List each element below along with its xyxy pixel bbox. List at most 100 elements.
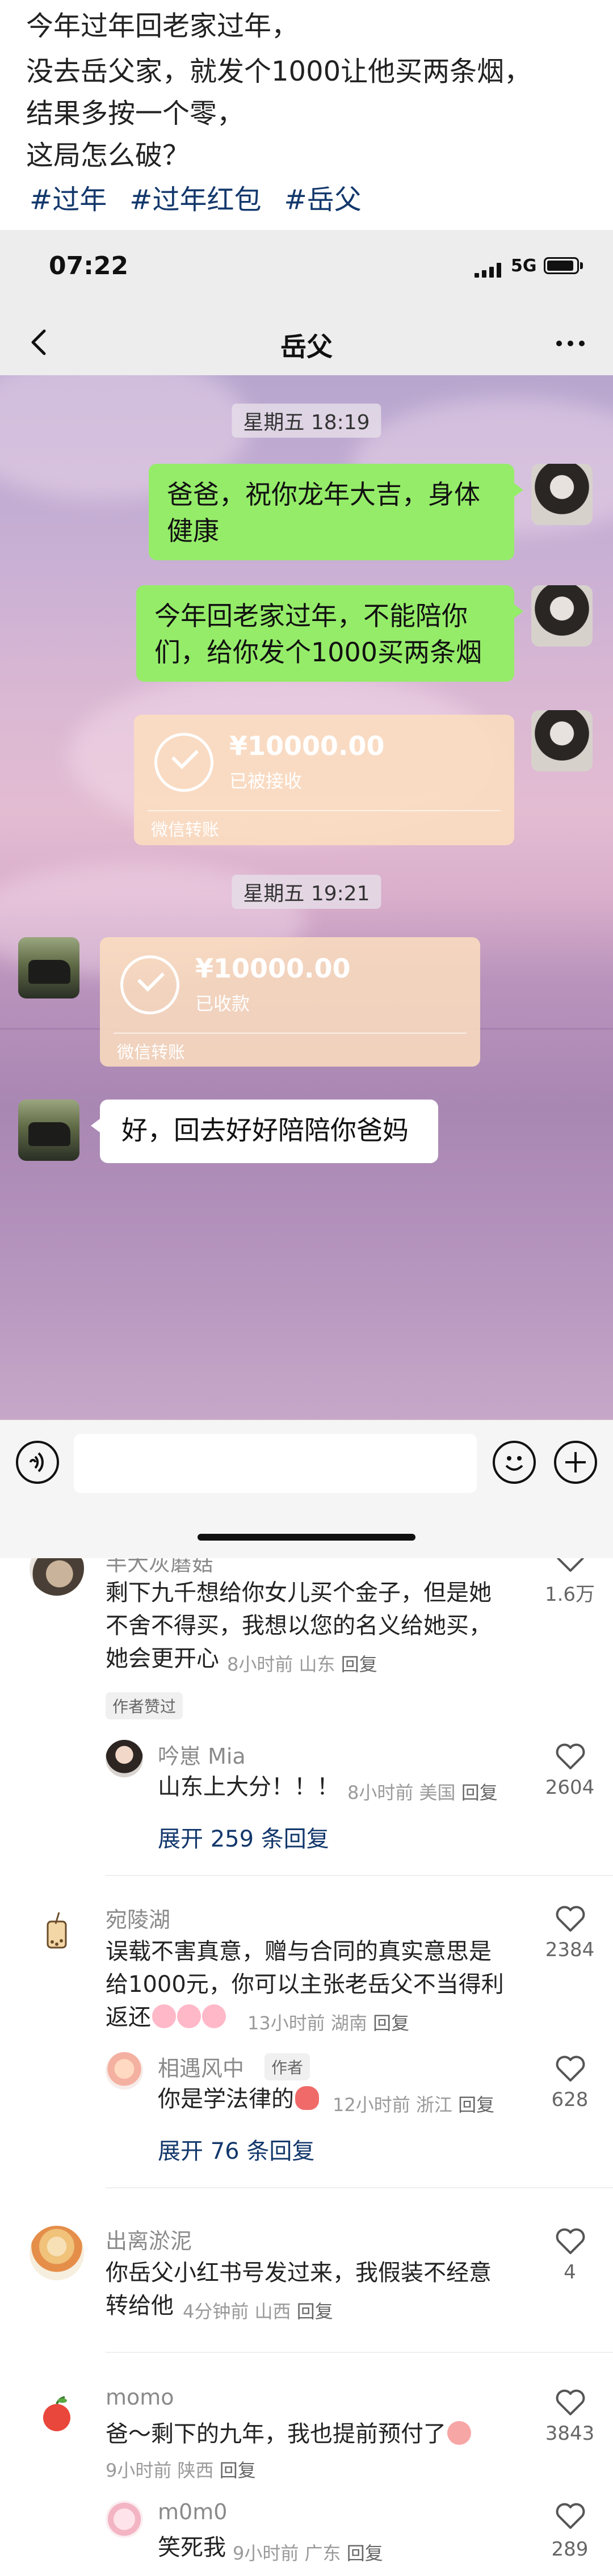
- comment-text: 你是学法律的: [158, 2083, 319, 2116]
- chat-title: 岳父: [280, 332, 333, 362]
- comment-text: 返还: [106, 2001, 226, 2034]
- contact-avatar[interactable]: [18, 1100, 79, 1161]
- laughing-emoji-icon: [177, 2004, 201, 2028]
- commenter-avatar[interactable]: [30, 1558, 84, 1596]
- comment-text: 给1000元，你可以主张老岳父不当得利: [106, 1971, 504, 1998]
- post-text-line: 没去岳父家，就发个1000让他买两条烟，: [26, 56, 532, 87]
- message-text: 健康: [167, 515, 219, 546]
- status-bar: 07:22 5G: [0, 230, 613, 309]
- expand-replies-link[interactable]: 展开 76 条回复: [158, 2133, 314, 2166]
- reply-button[interactable]: 回复: [347, 2543, 383, 2564]
- comment-section: 半大灰蘑菇 剩下九千想给你女儿买个金子，但是她 不舍不得买，我想以您的名义给她买…: [0, 1558, 613, 2576]
- network-type: 5G: [511, 256, 537, 276]
- message-timestamp: 星期五 19:21: [232, 875, 381, 909]
- message-input[interactable]: [74, 1434, 477, 1493]
- commenter-avatar[interactable]: [30, 2387, 84, 2441]
- hashtag-list: #过年 #过年红包 #岳父: [30, 177, 362, 217]
- my-avatar[interactable]: [531, 464, 593, 525]
- message-bubble-sent[interactable]: 爸爸，祝你龙年大吉，身体 健康: [149, 464, 523, 560]
- emoji-icon[interactable]: [493, 1441, 536, 1484]
- transfer-amount: ¥10000.00: [229, 731, 385, 761]
- comment-text: 你岳父小红书号发过来，我假装不经意: [106, 2260, 492, 2286]
- battery-tip: [580, 262, 583, 269]
- voice-icon[interactable]: [16, 1441, 59, 1484]
- transfer-card-received[interactable]: ¥10000.00 已收款 微信转账: [100, 937, 480, 1067]
- comment-text: 转给他: [106, 2293, 174, 2319]
- comment-meta: 13小时前 湖南 回复: [247, 2012, 410, 2034]
- hashtag-link[interactable]: #岳父: [284, 177, 361, 217]
- comment-meta: 8小时前 山东 回复: [227, 1654, 377, 1675]
- reply-button[interactable]: 回复: [458, 2094, 494, 2116]
- post-text-line: 这局怎么破？: [26, 140, 190, 171]
- like-heart-icon[interactable]: [555, 1906, 586, 1933]
- commenter-name[interactable]: 出离淤泥: [106, 2223, 192, 2255]
- commenter-avatar[interactable]: [106, 1740, 143, 1777]
- transfer-status: 已收款: [195, 993, 250, 1014]
- transfer-label: 微信转账: [117, 1043, 185, 1063]
- like-heart-icon[interactable]: [555, 1743, 586, 1771]
- expand-replies-link[interactable]: 展开 259 条回复: [158, 1820, 329, 1853]
- hashtag-link[interactable]: #过年红包: [129, 177, 261, 217]
- divider: [148, 810, 501, 811]
- my-avatar[interactable]: [531, 585, 593, 647]
- commenter-avatar[interactable]: [30, 2226, 84, 2280]
- bubble-tea-icon: [47, 1912, 67, 1949]
- comment-text: 山东上大分！！！: [158, 1774, 339, 1800]
- like-heart-icon[interactable]: [555, 2389, 586, 2416]
- transfer-card-sent[interactable]: ¥10000.00 已被接收 微信转账: [134, 715, 514, 845]
- comment-meta: 8小时前 美国 回复: [347, 1782, 498, 1803]
- message-timestamp: 星期五 18:19: [232, 404, 381, 438]
- add-icon[interactable]: [554, 1441, 597, 1484]
- message-bubble-received[interactable]: 好，回去好好陪陪你爸妈: [91, 1100, 438, 1163]
- post-header: 今年过年回老家过年， 没去岳父家，就发个1000让他买两条烟， 结果多按一个零，…: [0, 0, 613, 230]
- commenter-avatar[interactable]: [106, 2052, 143, 2090]
- home-indicator: [198, 1534, 415, 1541]
- reply-button[interactable]: 回复: [220, 2460, 256, 2481]
- comment-meta: 4分钟前 山西 回复: [183, 2301, 333, 2322]
- commenter-name[interactable]: 吟崽 Mia: [158, 1739, 246, 1770]
- chat-input-bar: [0, 1420, 613, 1558]
- commenter-name[interactable]: m0m0: [158, 2499, 227, 2524]
- message-bubble-sent[interactable]: 今年回老家过年，不能陪你 们，给你发个1000买两条烟: [136, 585, 523, 682]
- commenter-name[interactable]: momo: [106, 2385, 174, 2410]
- comment-text: 笑死我: [158, 2535, 226, 2561]
- divider: [106, 1875, 613, 1876]
- commenter-name[interactable]: 半大灰蘑菇: [106, 1558, 213, 1577]
- transfer-amount: ¥10000.00: [195, 953, 351, 984]
- message-text: 爸爸，祝你龙年大吉，身体: [167, 479, 480, 510]
- transfer-status: 已被接收: [229, 770, 303, 792]
- chat-navbar: 岳父: [0, 309, 613, 375]
- like-heart-icon[interactable]: [555, 2228, 586, 2255]
- comment-text: 剩下九千想给你女儿买个金子，但是她: [106, 1580, 492, 1606]
- like-count: 1.6万: [544, 1583, 595, 1606]
- post-text-line: 今年过年回老家过年，: [26, 10, 299, 42]
- like-count: 628: [551, 2088, 589, 2111]
- commenter-name[interactable]: 相遇风中: [158, 2051, 244, 2082]
- thumbs-emoji-icon: [295, 2086, 319, 2110]
- author-badge: 作者: [264, 2053, 310, 2080]
- laughing-emoji-icon: [152, 2004, 176, 2028]
- hashtag-link[interactable]: #过年: [30, 177, 107, 217]
- laughing-emoji-icon: [202, 2004, 226, 2028]
- like-heart-icon[interactable]: [555, 1558, 586, 1573]
- chat-area[interactable]: 星期五 18:19 爸爸，祝你龙年大吉，身体 健康 今年回老家过年，不能陪你 们…: [0, 375, 613, 1420]
- like-count: 2384: [545, 1939, 595, 1961]
- commenter-name[interactable]: 宛陵湖: [106, 1902, 170, 1933]
- like-heart-icon[interactable]: [555, 2055, 586, 2083]
- reply-button[interactable]: 回复: [341, 1654, 377, 1675]
- reply-button[interactable]: 回复: [461, 1782, 498, 1803]
- reply-button[interactable]: 回复: [297, 2301, 333, 2322]
- my-avatar[interactable]: [531, 710, 593, 771]
- contact-avatar[interactable]: [18, 937, 79, 998]
- more-options-icon[interactable]: [551, 326, 590, 360]
- divider: [106, 2352, 613, 2353]
- commenter-avatar[interactable]: [106, 2501, 143, 2538]
- like-count: 2604: [545, 1776, 595, 1799]
- comment-meta: 9小时前 广东 回复: [233, 2543, 383, 2564]
- reply-button[interactable]: 回复: [373, 2012, 409, 2034]
- comment-text: 不舍不得买，我想以您的名义给她买，: [106, 1613, 492, 1639]
- commenter-avatar[interactable]: [30, 1904, 84, 1959]
- like-count: 3843: [545, 2422, 595, 2445]
- comment-text: 误载不害真意，赠与合同的真实意思是: [106, 1939, 492, 1965]
- like-heart-icon[interactable]: [555, 2503, 586, 2530]
